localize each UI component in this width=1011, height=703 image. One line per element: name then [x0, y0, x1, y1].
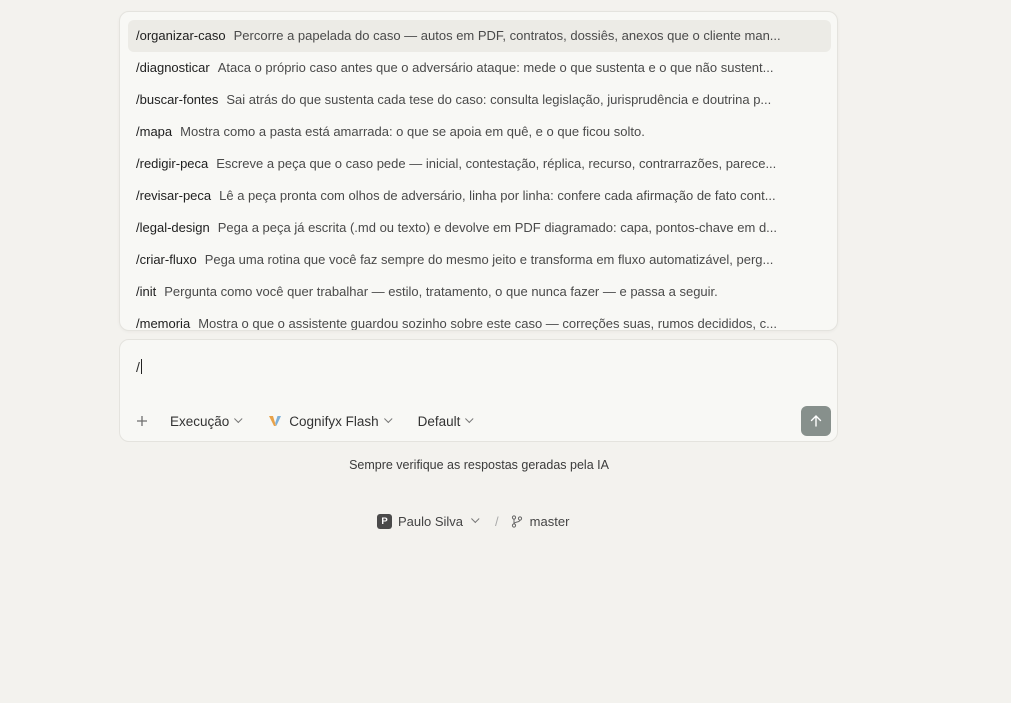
ai-disclaimer: Sempre verifique as respostas geradas pe… — [349, 458, 609, 472]
command-item[interactable]: /diagnosticar Ataca o próprio caso antes … — [128, 52, 831, 84]
command-name: /legal-design — [136, 220, 210, 235]
command-description: Percorre a papelada do caso — autos em P… — [233, 28, 781, 43]
command-item[interactable]: /init Pergunta como você quer trabalhar —… — [128, 276, 831, 308]
command-item[interactable]: /memoria Mostra o que o assistente guardo… — [128, 308, 831, 331]
command-item[interactable]: /redigir-peca Escreve a peça que o caso p… — [128, 148, 831, 180]
command-item[interactable]: /organizar-caso Percorre a papelada do ca… — [128, 20, 831, 52]
command-item[interactable]: /revisar-peca Lê a peça pronta com olhos … — [128, 180, 831, 212]
command-item[interactable]: /criar-fluxo Pega uma rotina que você faz… — [128, 244, 831, 276]
user-name: Paulo Silva — [398, 513, 464, 529]
workspace-footer: P Paulo Silva / master — [377, 512, 569, 530]
user-selector[interactable]: P Paulo Silva — [377, 513, 480, 529]
chevron-down-icon — [471, 514, 480, 524]
composer-toolbar: Execução Cognifyx Flash Default — [132, 406, 499, 436]
text-caret — [140, 359, 142, 374]
message-input-value: / — [136, 359, 140, 375]
footer-separator: / — [495, 513, 499, 529]
command-description: Mostra como a pasta está amarrada: o que… — [180, 124, 645, 139]
command-description: Pega uma rotina que você faz sempre do m… — [204, 252, 774, 267]
command-item[interactable]: /legal-design Pega a peça já escrita (.md… — [128, 212, 831, 244]
chevron-down-icon — [234, 414, 243, 424]
profile-label: Default — [417, 413, 461, 429]
model-selector[interactable]: Cognifyx Flash — [268, 413, 393, 429]
send-button[interactable] — [801, 406, 831, 436]
composer: / Execução Cognifyx Flash Default — [119, 339, 838, 442]
command-description: Sai atrás do que sustenta cada tese do c… — [226, 92, 772, 107]
command-description: Pergunta como você quer trabalhar — esti… — [164, 284, 718, 299]
command-description: Mostra o que o assistente guardou sozinh… — [198, 316, 777, 331]
command-name: /buscar-fontes — [136, 92, 219, 107]
command-name: /criar-fluxo — [136, 252, 197, 267]
command-name: /redigir-peca — [136, 156, 209, 171]
model-logo-icon — [269, 416, 282, 426]
command-list: /organizar-caso Percorre a papelada do ca… — [128, 20, 831, 331]
slash-command-menu: /organizar-caso Percorre a papelada do ca… — [119, 11, 838, 331]
command-description: Escreve a peça que o caso pede — inicial… — [216, 156, 777, 171]
command-name: /init — [136, 284, 157, 299]
attach-button[interactable] — [132, 411, 152, 431]
command-name: /diagnosticar — [136, 60, 210, 75]
branch-name: master — [529, 513, 570, 529]
command-description: Ataca o próprio caso antes que o adversá… — [217, 60, 774, 75]
chevron-down-icon — [465, 414, 474, 424]
arrow-up-icon — [810, 415, 822, 427]
message-input[interactable]: / — [136, 356, 816, 378]
command-name: /organizar-caso — [136, 28, 226, 43]
command-name: /memoria — [136, 316, 191, 331]
command-item[interactable]: /buscar-fontes Sai atrás do que sustenta … — [128, 84, 831, 116]
command-item[interactable]: /mapa Mostra como a pasta está amarrada: … — [128, 116, 831, 148]
command-name: /revisar-peca — [136, 188, 212, 203]
profile-selector[interactable]: Default — [418, 414, 474, 429]
avatar: P — [377, 513, 392, 529]
mode-label: Execução — [170, 413, 230, 429]
command-name: /mapa — [136, 124, 173, 139]
branch-selector[interactable]: master — [511, 513, 570, 529]
plus-icon — [137, 416, 147, 426]
model-label: Cognifyx Flash — [289, 413, 379, 429]
command-description: Lê a peça pronta com olhos de adversário… — [219, 188, 776, 203]
command-description: Pega a peça já escrita (.md ou texto) e … — [217, 220, 778, 235]
chevron-down-icon — [383, 414, 393, 424]
mode-selector[interactable]: Execução — [170, 413, 243, 429]
git-branch-icon — [511, 514, 522, 528]
